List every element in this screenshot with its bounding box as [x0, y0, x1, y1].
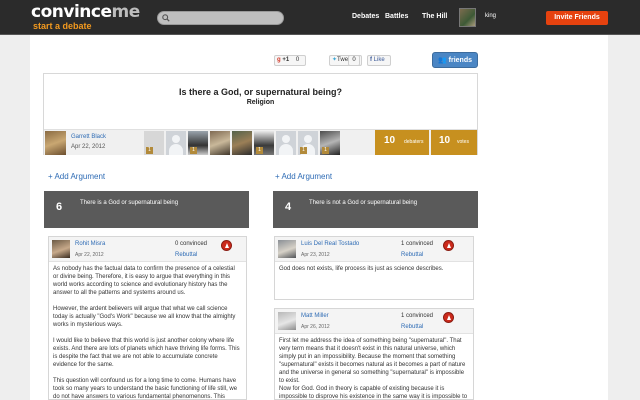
side-argument-count: 4: [285, 201, 292, 213]
search-input[interactable]: [173, 13, 279, 23]
participant-badge: 1: [146, 147, 153, 154]
participant-badge: 1: [322, 147, 329, 154]
author-avatar[interactable]: [52, 240, 70, 258]
argument-header: Luis Del Real Tostado Apr 23, 2012 1 con…: [275, 237, 473, 262]
debate-summary: Is there a God, or supernatural being? R…: [43, 73, 478, 155]
nav-debates[interactable]: Debates: [352, 13, 379, 20]
debaters-value: 10: [384, 135, 396, 146]
argument-paragraph: God does not exists, life process its ju…: [279, 266, 444, 272]
argument-header: Rohit Misra Apr 22, 2012 0 convinced Reb…: [49, 237, 246, 262]
debaters-label: debaters: [404, 139, 424, 145]
rebuttal-link[interactable]: Rebuttal: [401, 324, 423, 330]
gplus-icon: g: [277, 57, 281, 63]
friends-button[interactable]: 👥 friends: [432, 52, 478, 68]
argument-paragraph: Now for God. God in theory is capable of…: [279, 386, 468, 400]
tweet-count: 0: [348, 55, 360, 66]
user-avatar[interactable]: [459, 8, 476, 27]
upvote-arrow-icon[interactable]: [443, 312, 454, 323]
participant-avatar[interactable]: [276, 131, 296, 155]
user-name[interactable]: king: [485, 13, 496, 19]
debaters-count[interactable]: 10 debaters: [375, 130, 429, 155]
side-argument-count: 6: [56, 201, 63, 213]
author-avatar[interactable]: [278, 240, 296, 258]
search-icon: [162, 14, 170, 22]
gplus-label: +1: [282, 57, 290, 63]
creator-date: Apr 22, 2012: [71, 144, 106, 150]
participant-badge: 1: [300, 147, 307, 154]
upvote-arrow-icon[interactable]: [443, 240, 454, 251]
argument-card: Luis Del Real Tostado Apr 23, 2012 1 con…: [274, 236, 474, 300]
logo[interactable]: convinceme start a debate: [31, 3, 155, 33]
google-plus-button[interactable]: g +1 0: [274, 55, 306, 66]
search-box[interactable]: [157, 11, 284, 25]
start-debate-link[interactable]: start a debate: [33, 21, 92, 31]
creator-avatar[interactable]: [45, 131, 66, 155]
argument-date: Apr 26, 2012: [301, 324, 330, 330]
rebuttal-link[interactable]: Rebuttal: [175, 252, 197, 258]
friends-label: friends: [448, 57, 472, 64]
convinced-count: 1 convinced: [401, 313, 434, 319]
participant-avatar[interactable]: [166, 131, 186, 155]
side-header-against[interactable]: 4 There is not a God or supernatural bei…: [273, 191, 478, 228]
author-name[interactable]: Matt Miller: [301, 313, 329, 319]
author-name[interactable]: Rohit Misra: [75, 241, 105, 247]
argument-card: Rohit Misra Apr 22, 2012 0 convinced Reb…: [48, 236, 247, 400]
gplus-count: 0: [295, 57, 300, 63]
friends-icon: 👥: [437, 57, 447, 64]
participant-avatar[interactable]: [210, 131, 230, 155]
author-avatar[interactable]: [278, 312, 296, 330]
logo-wordmark: convinceme: [31, 3, 140, 22]
convinced-count: 0 convinced: [175, 241, 208, 247]
debate-category[interactable]: Religion: [44, 99, 477, 106]
top-bar: convinceme start a debate Debates Battle…: [0, 0, 640, 35]
argument-date: Apr 22, 2012: [75, 252, 104, 258]
side-title: There is not a God or supernatural being: [309, 200, 418, 206]
argument-paragraph: I would like to believe that this world …: [53, 338, 240, 368]
debate-question: Is there a God, or supernatural being?: [178, 87, 343, 97]
convinced-count: 1 convinced: [401, 241, 434, 247]
participant-badge: 1: [256, 147, 263, 154]
argument-header: Matt Miller Apr 26, 2012 1 convinced Reb…: [275, 309, 473, 334]
votes-count[interactable]: 10 votes: [431, 130, 477, 155]
like-label: Like: [373, 57, 385, 63]
author-name[interactable]: Luis Del Real Tostado: [301, 241, 359, 247]
add-argument-for[interactable]: + Add Argument: [48, 172, 105, 181]
argument-text: As nobody has the factual data to confir…: [53, 265, 241, 400]
votes-value: 10: [439, 135, 451, 146]
facebook-like-button[interactable]: f Like: [367, 55, 391, 66]
participant-avatar[interactable]: 1: [188, 131, 208, 155]
nav-the-hill[interactable]: The Hill: [422, 13, 447, 20]
argument-paragraph: As nobody has the factual data to confir…: [53, 266, 235, 296]
participant-avatar[interactable]: 1: [298, 131, 318, 155]
creator-name[interactable]: Garrett Black: [71, 134, 106, 140]
upvote-arrow-icon[interactable]: [221, 240, 232, 251]
votes-label: votes: [457, 139, 469, 145]
argument-text: God does not exists, life process its ju…: [279, 265, 469, 281]
argument-paragraph: This question will confound us for a lon…: [53, 378, 238, 400]
participant-avatar[interactable]: 1: [254, 131, 274, 155]
argument-date: Apr 23, 2012: [301, 252, 330, 258]
rebuttal-link[interactable]: Rebuttal: [401, 252, 423, 258]
participant-avatar[interactable]: 1: [320, 131, 340, 155]
nav-battles[interactable]: Battles: [385, 13, 408, 20]
argument-text: First let me address the idea of somethi…: [279, 337, 469, 400]
participants-strip: Garrett Black Apr 22, 2012 1 1 1 1 1 10 …: [44, 129, 477, 155]
add-argument-against[interactable]: + Add Argument: [275, 172, 332, 181]
facebook-icon: f: [370, 57, 372, 63]
argument-card: Matt Miller Apr 26, 2012 1 convinced Reb…: [274, 308, 474, 400]
argument-paragraph: First let me address the idea of somethi…: [279, 338, 466, 384]
invite-friends-button[interactable]: Invite Friends: [546, 11, 608, 25]
participant-badge: 1: [190, 147, 197, 154]
participant-avatar[interactable]: 1: [144, 131, 164, 155]
logo-convince: convince: [31, 2, 112, 22]
side-header-for[interactable]: 6 There is a God or supernatural being: [44, 191, 249, 228]
side-title: There is a God or supernatural being: [80, 200, 179, 206]
logo-me: me: [111, 2, 140, 22]
argument-paragraph: However, the ardent believers will argue…: [53, 306, 236, 328]
participant-avatar[interactable]: [232, 131, 252, 155]
